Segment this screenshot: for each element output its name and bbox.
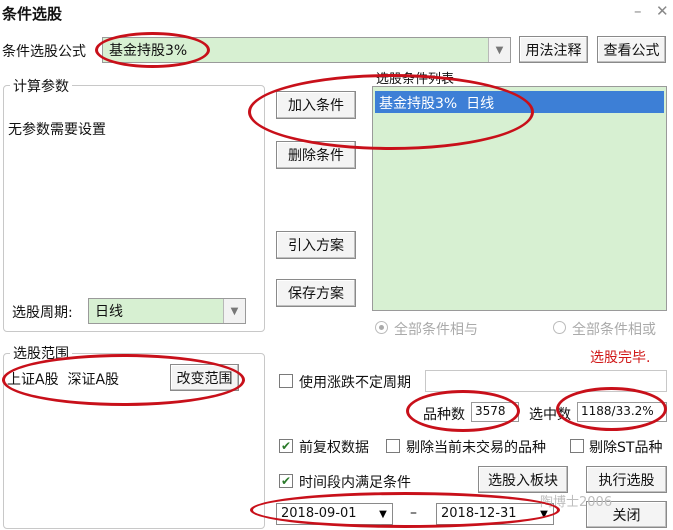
change-range-button[interactable]: 改变范围 [170, 364, 239, 391]
end-date-value: 2018-12-31 [441, 506, 517, 521]
minimize-icon[interactable]: – [634, 2, 642, 20]
save-plan-button[interactable]: 保存方案 [276, 279, 356, 307]
status-text: 选股完毕. [590, 350, 651, 366]
date-separator: – [410, 505, 417, 521]
window-title: 条件选股 [2, 5, 63, 23]
exclude-st-checkbox[interactable] [570, 439, 584, 453]
import-plan-button[interactable]: 引入方案 [276, 231, 356, 259]
chevron-down-icon[interactable]: ▼ [374, 504, 392, 524]
formula-label: 条件选股公式 [2, 44, 86, 60]
view-formula-button[interactable]: 查看公式 [597, 36, 666, 63]
irregular-period-field[interactable] [425, 370, 667, 392]
time-range-label: 时间段内满足条件 [299, 475, 411, 491]
period-select[interactable]: 日线 ▼ [88, 298, 246, 324]
and-label: 全部条件相与 [394, 322, 478, 338]
formula-select[interactable]: 基金持股3% ▼ [102, 37, 511, 63]
adjust-label: 前复权数据 [299, 440, 369, 456]
close-icon[interactable]: ✕ [656, 2, 669, 20]
watermark: 陶博士2006 [540, 495, 613, 510]
and-radio[interactable] [375, 321, 388, 334]
count-value: 3578 [471, 402, 519, 422]
or-label: 全部条件相或 [572, 322, 656, 338]
conditions-legend: 选股条件列表 [376, 72, 455, 87]
adjust-checkbox[interactable]: ✔ [279, 439, 293, 453]
range-legend: 选股范围 [10, 343, 72, 363]
time-range-checkbox[interactable]: ✔ [279, 474, 293, 488]
add-condition-button[interactable]: 加入条件 [276, 91, 356, 119]
start-date-value: 2018-09-01 [281, 506, 357, 521]
period-label: 选股周期: [12, 305, 73, 321]
params-text: 无参数需要设置 [8, 122, 106, 138]
params-legend: 计算参数 [10, 76, 72, 96]
usage-button[interactable]: 用法注释 [519, 36, 588, 63]
end-date-picker[interactable]: 2018-12-31 ▼ [436, 503, 554, 525]
irregular-period-label: 使用涨跌不定周期 [299, 375, 411, 391]
start-date-picker[interactable]: 2018-09-01 ▼ [276, 503, 393, 525]
selected-label: 选中数 [529, 407, 571, 423]
to-block-button[interactable]: 选股入板块 [478, 466, 568, 493]
exclude-untraded-checkbox[interactable] [386, 439, 400, 453]
formula-value: 基金持股3% [109, 43, 188, 59]
period-value: 日线 [95, 304, 123, 320]
irregular-period-checkbox[interactable] [279, 374, 293, 388]
selected-value: 1188/33.2% [577, 402, 667, 422]
delete-condition-button[interactable]: 删除条件 [276, 141, 356, 169]
chevron-down-icon[interactable]: ▼ [223, 299, 245, 323]
chevron-down-icon[interactable]: ▼ [488, 38, 510, 62]
exclude-st-label: 剔除ST品种 [589, 440, 663, 456]
exclude-untraded-label: 剔除当前未交易的品种 [406, 440, 546, 456]
range-text: 上证A股 深证A股 [7, 372, 120, 388]
count-label: 品种数 [423, 407, 465, 423]
execute-button[interactable]: 执行选股 [586, 466, 667, 493]
conditions-list[interactable]: 基金持股3% 日线 [372, 86, 667, 311]
list-item[interactable]: 基金持股3% 日线 [375, 91, 664, 113]
or-radio[interactable] [553, 321, 566, 334]
